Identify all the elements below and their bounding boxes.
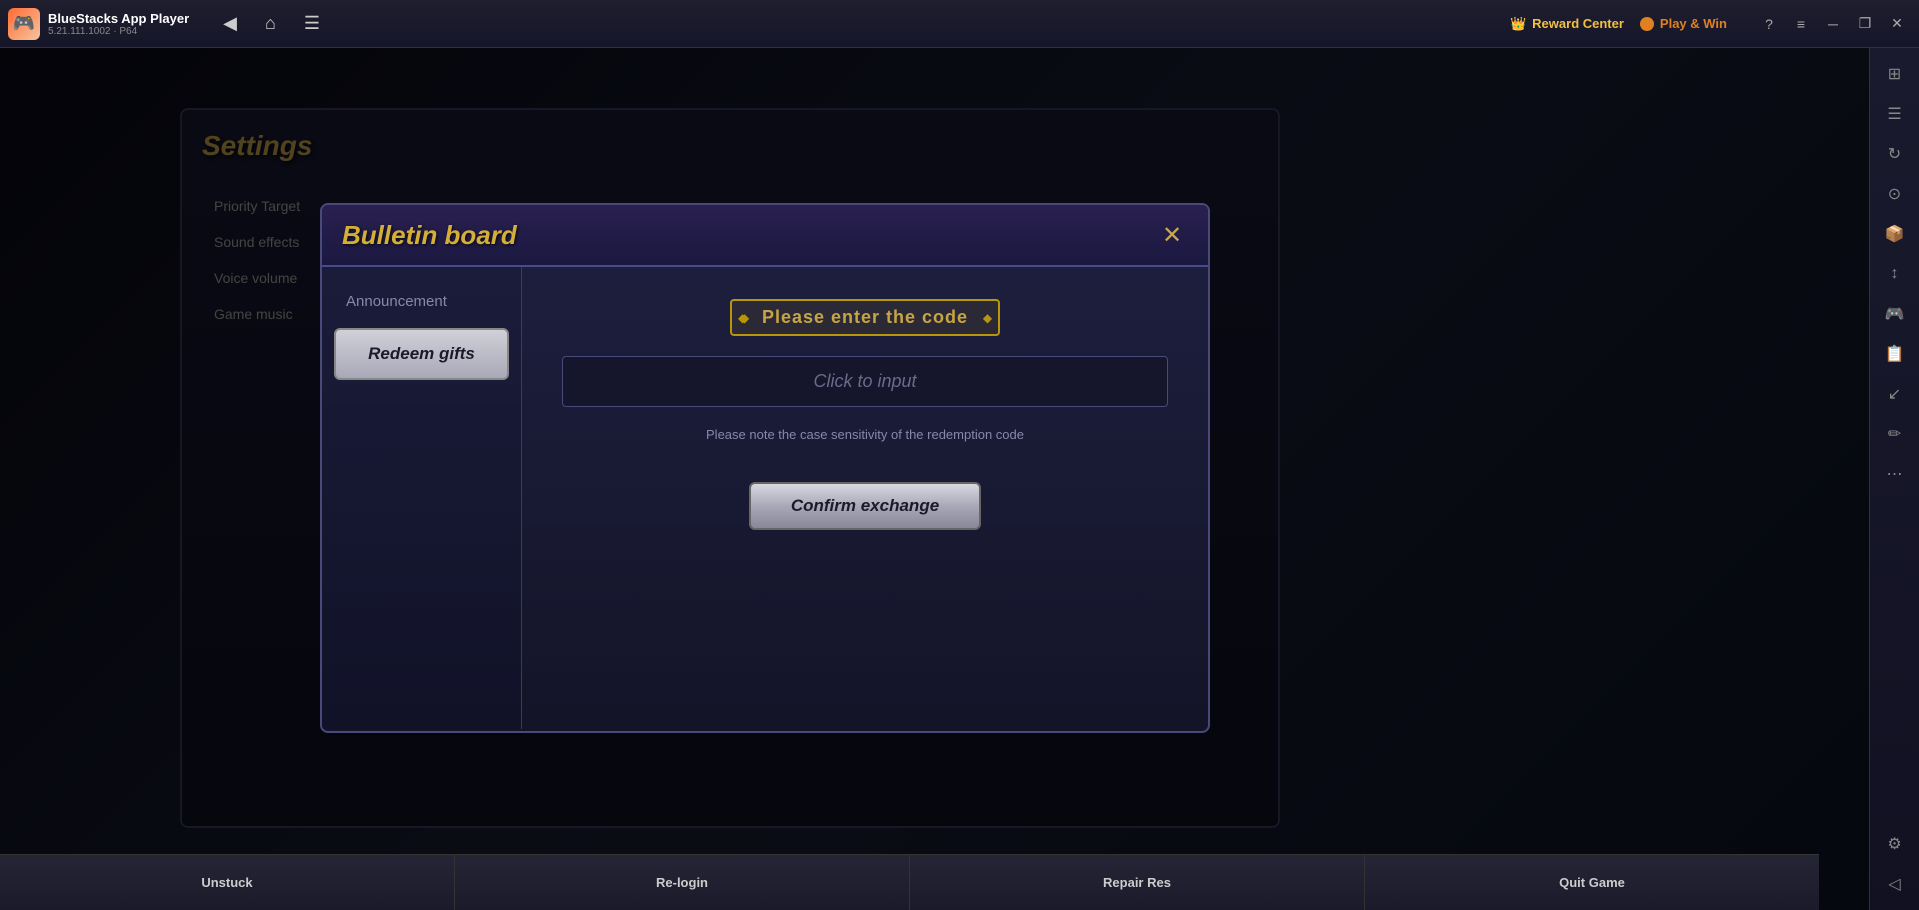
help-button[interactable]: ? xyxy=(1755,10,1783,38)
app-icon: 🎮 xyxy=(8,8,40,40)
bulletin-body: Announcement Redeem gifts ◆ Please enter… xyxy=(322,267,1208,729)
right-sidebar: ⊞ ☰ ↻ ⊙ 📦 ↕ 🎮 📋 ↙ ✏ ⋯ ⚙ ◁ xyxy=(1869,48,1919,910)
sidebar-edit-icon[interactable]: ✏ xyxy=(1877,416,1913,452)
orange-circle-icon xyxy=(1640,17,1654,31)
app-title-group: BlueStacks App Player 5.21.111.1002 · P6… xyxy=(48,11,189,37)
diamond-right-icon: ◆ xyxy=(983,311,992,325)
game-area: Settings ✕ 83 Priority Target Sound effe… xyxy=(0,48,1869,910)
redeem-label: Redeem gifts xyxy=(368,344,475,363)
bulletin-modal: Bulletin board ✕ Announcement Redeem gif… xyxy=(320,203,1210,733)
app-version: 5.21.111.1002 · P64 xyxy=(48,26,189,37)
code-input-field[interactable]: Click to input xyxy=(562,356,1168,407)
topbar: 🎮 BlueStacks App Player 5.21.111.1002 · … xyxy=(0,0,1919,48)
topbar-left: 🎮 BlueStacks App Player 5.21.111.1002 · … xyxy=(8,8,1510,40)
sidebar-move-icon[interactable]: ↙ xyxy=(1877,376,1913,412)
sidebar-more-icon[interactable]: ⋯ xyxy=(1877,456,1913,492)
announcement-label: Announcement xyxy=(346,293,447,310)
code-prompt-text: Please enter the code xyxy=(762,307,968,328)
sidebar-refresh-icon[interactable]: ↻ xyxy=(1877,136,1913,172)
relogin-label: Re-login xyxy=(656,875,708,890)
code-input-placeholder: Click to input xyxy=(583,371,1147,392)
sidebar-package-icon[interactable]: 📦 xyxy=(1877,216,1913,252)
sidebar-clipboard-icon[interactable]: 📋 xyxy=(1877,336,1913,372)
bulletin-close-button[interactable]: ✕ xyxy=(1156,219,1188,251)
bulletin-title: Bulletin board xyxy=(342,220,517,251)
relogin-button[interactable]: Re-login xyxy=(455,855,910,910)
quit-game-button[interactable]: Quit Game xyxy=(1365,855,1819,910)
topbar-right: 👑 Reward Center Play & Win ? ≡ ─ ❐ ✕ xyxy=(1510,10,1911,38)
play-win-label: Play & Win xyxy=(1660,16,1727,31)
sidebar-gamepad-icon[interactable]: 🎮 xyxy=(1877,296,1913,332)
crown-icon: 👑 xyxy=(1510,16,1526,32)
sidebar-settings-icon[interactable]: ⚙ xyxy=(1877,826,1913,862)
diamond-left-icon: ◆ xyxy=(740,311,749,325)
topbar-nav: ◀ ⌂ ☰ xyxy=(217,9,326,38)
reward-center-button[interactable]: 👑 Reward Center xyxy=(1510,16,1624,32)
app-name: BlueStacks App Player xyxy=(48,11,189,26)
bulletin-right-panel: ◆ Please enter the code ◆ Click to input… xyxy=(522,267,1208,729)
sidebar-resize-icon[interactable]: ↕ xyxy=(1877,256,1913,292)
code-note: Please note the case sensitivity of the … xyxy=(706,427,1024,442)
sidebar-camera-icon[interactable]: ⊙ xyxy=(1877,176,1913,212)
sidebar-list-icon[interactable]: ☰ xyxy=(1877,96,1913,132)
topbar-controls: ? ≡ ─ ❐ ✕ xyxy=(1755,10,1911,38)
unstuck-button[interactable]: Unstuck xyxy=(0,855,455,910)
back-button[interactable]: ◀ xyxy=(217,9,243,38)
play-win-button[interactable]: Play & Win xyxy=(1640,16,1727,31)
tab-redeem[interactable]: Redeem gifts xyxy=(334,328,509,380)
repair-res-button[interactable]: Repair Res xyxy=(910,855,1365,910)
menu-button[interactable]: ≡ xyxy=(1787,10,1815,38)
tab-announcement[interactable]: Announcement xyxy=(334,283,509,320)
sidebar-arrow-icon[interactable]: ◁ xyxy=(1877,866,1913,902)
bottom-bar: Unstuck Re-login Repair Res Quit Game xyxy=(0,854,1819,910)
quit-game-label: Quit Game xyxy=(1559,875,1625,890)
reward-center-label: Reward Center xyxy=(1532,16,1624,31)
bookmark-button[interactable]: ☰ xyxy=(298,9,326,38)
code-title-badge: ◆ Please enter the code ◆ xyxy=(730,299,1000,336)
close-x-icon: ✕ xyxy=(1162,221,1182,250)
unstuck-label: Unstuck xyxy=(201,875,252,890)
repair-res-label: Repair Res xyxy=(1103,875,1171,890)
confirm-btn-label: Confirm exchange xyxy=(791,496,939,516)
bulletin-left-panel: Announcement Redeem gifts xyxy=(322,267,522,729)
confirm-exchange-button[interactable]: Confirm exchange xyxy=(749,482,981,530)
maximize-button[interactable]: ❐ xyxy=(1851,10,1879,38)
home-button[interactable]: ⌂ xyxy=(259,9,282,38)
bulletin-header: Bulletin board ✕ xyxy=(322,205,1208,267)
close-button[interactable]: ✕ xyxy=(1883,10,1911,38)
sidebar-grid-icon[interactable]: ⊞ xyxy=(1877,56,1913,92)
minimize-button[interactable]: ─ xyxy=(1819,10,1847,38)
